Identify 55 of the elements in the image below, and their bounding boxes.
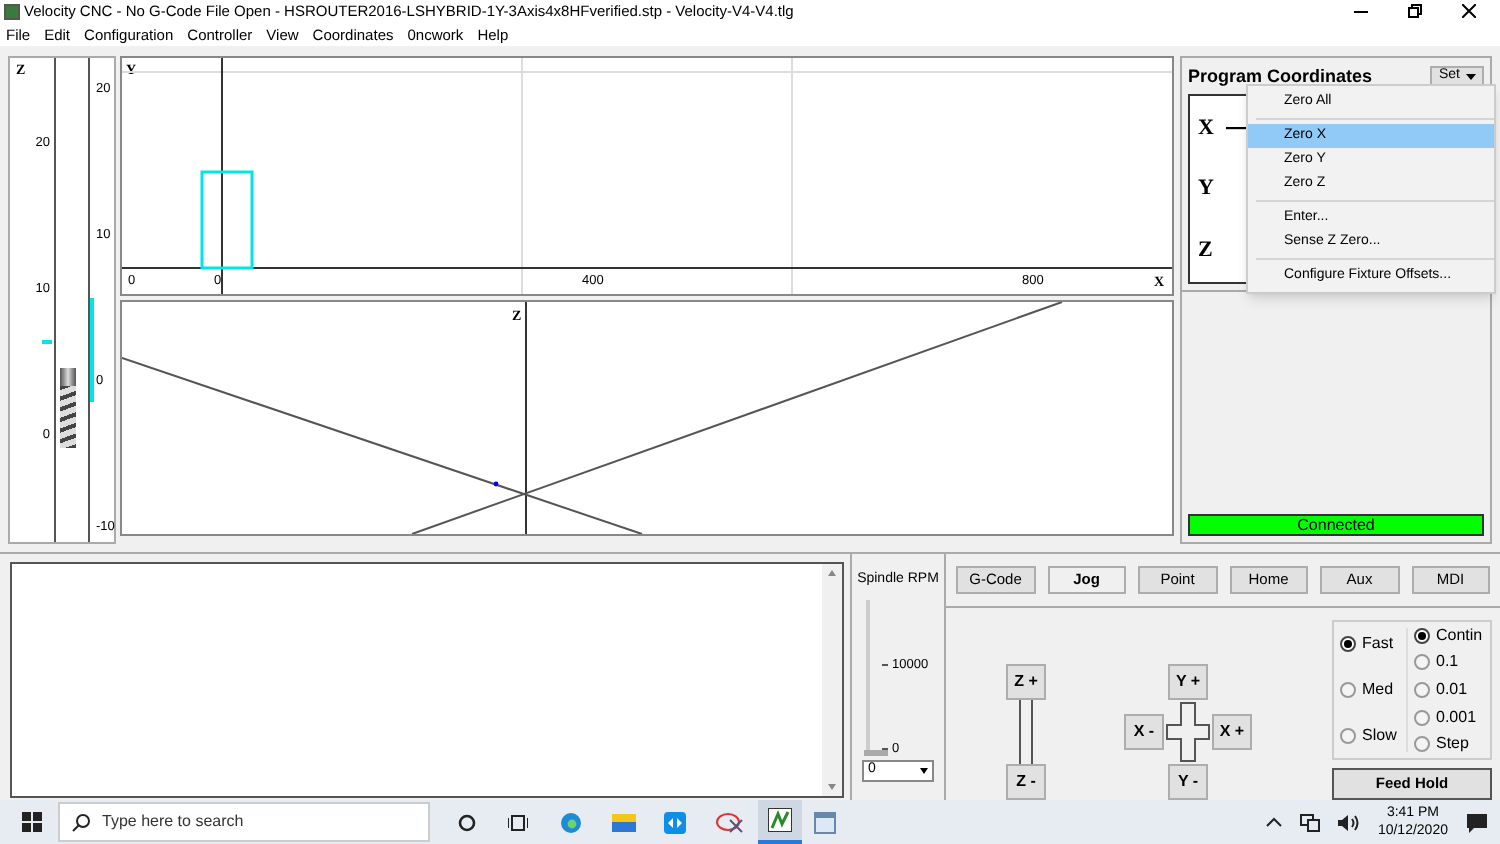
scrollbar[interactable] — [822, 564, 842, 796]
search-field[interactable]: Type here to search — [58, 802, 430, 842]
xy-jog-cross — [1166, 702, 1210, 762]
window-app-icon[interactable] — [814, 811, 836, 833]
radio-button[interactable] — [1414, 709, 1430, 726]
radio-button[interactable] — [1414, 736, 1430, 753]
radio-label[interactable]: Slow — [1362, 723, 1397, 748]
remote-arrows-icon[interactable] — [664, 811, 686, 833]
radio-button[interactable] — [1414, 627, 1430, 644]
radio-label[interactable]: 0.001 — [1436, 705, 1477, 730]
radio-label[interactable]: Step — [1436, 732, 1469, 757]
radio-button[interactable] — [1340, 636, 1356, 653]
close-icon[interactable] — [1462, 4, 1476, 19]
restore-icon[interactable] — [1408, 4, 1422, 19]
axis-label: X — [1198, 113, 1214, 144]
folder-icon[interactable] — [612, 812, 636, 832]
radio-button[interactable] — [1414, 681, 1430, 698]
speaker-icon[interactable] — [1337, 813, 1360, 831]
radio-label[interactable]: Med — [1362, 677, 1394, 702]
marker-icon — [42, 339, 52, 344]
axis-label: Z — [1198, 236, 1213, 267]
jog-button[interactable]: Z - — [1006, 764, 1046, 800]
radio-button[interactable] — [1340, 727, 1356, 744]
network-icon[interactable] — [1299, 813, 1320, 831]
app-logo-icon — [768, 808, 792, 832]
tick-mark — [882, 747, 888, 750]
windows-start-icon[interactable] — [22, 812, 42, 832]
task-view-icon[interactable] — [508, 813, 528, 831]
jog-button[interactable]: X + — [1212, 714, 1252, 750]
radio-label[interactable]: Contin — [1436, 623, 1483, 648]
tick-mark — [882, 663, 888, 666]
end-mill-icon — [60, 367, 76, 448]
tool-position-dot — [493, 481, 499, 487]
jog-button[interactable]: Z + — [1006, 664, 1046, 700]
stock-outline — [200, 170, 254, 270]
jog-button[interactable]: Y + — [1168, 664, 1208, 700]
radio-label[interactable]: 0.01 — [1436, 677, 1468, 702]
status-bar: Connected — [1188, 514, 1484, 536]
radio-button[interactable] — [1340, 681, 1356, 698]
panel-title: Program Coordinates — [1188, 63, 1373, 90]
axis-label: Y — [1198, 174, 1214, 205]
circle-icon[interactable] — [458, 813, 476, 831]
jog-button[interactable]: Y - — [1168, 764, 1208, 800]
radio-button[interactable] — [1414, 654, 1430, 671]
app-logo-icon — [4, 3, 20, 20]
taskbar-app-button[interactable] — [758, 800, 802, 844]
search-icon — [72, 813, 90, 831]
chevron-up-icon[interactable] — [1265, 816, 1282, 828]
radio-label[interactable]: Fast — [1362, 632, 1394, 657]
jog-button[interactable]: X - — [1124, 714, 1164, 750]
z-jog-connector — [1016, 700, 1036, 764]
slider-thumb[interactable] — [864, 749, 888, 755]
notification-icon[interactable] — [1466, 811, 1488, 833]
radio-label[interactable]: 0.1 — [1436, 650, 1459, 675]
browser-icon[interactable] — [560, 811, 582, 833]
